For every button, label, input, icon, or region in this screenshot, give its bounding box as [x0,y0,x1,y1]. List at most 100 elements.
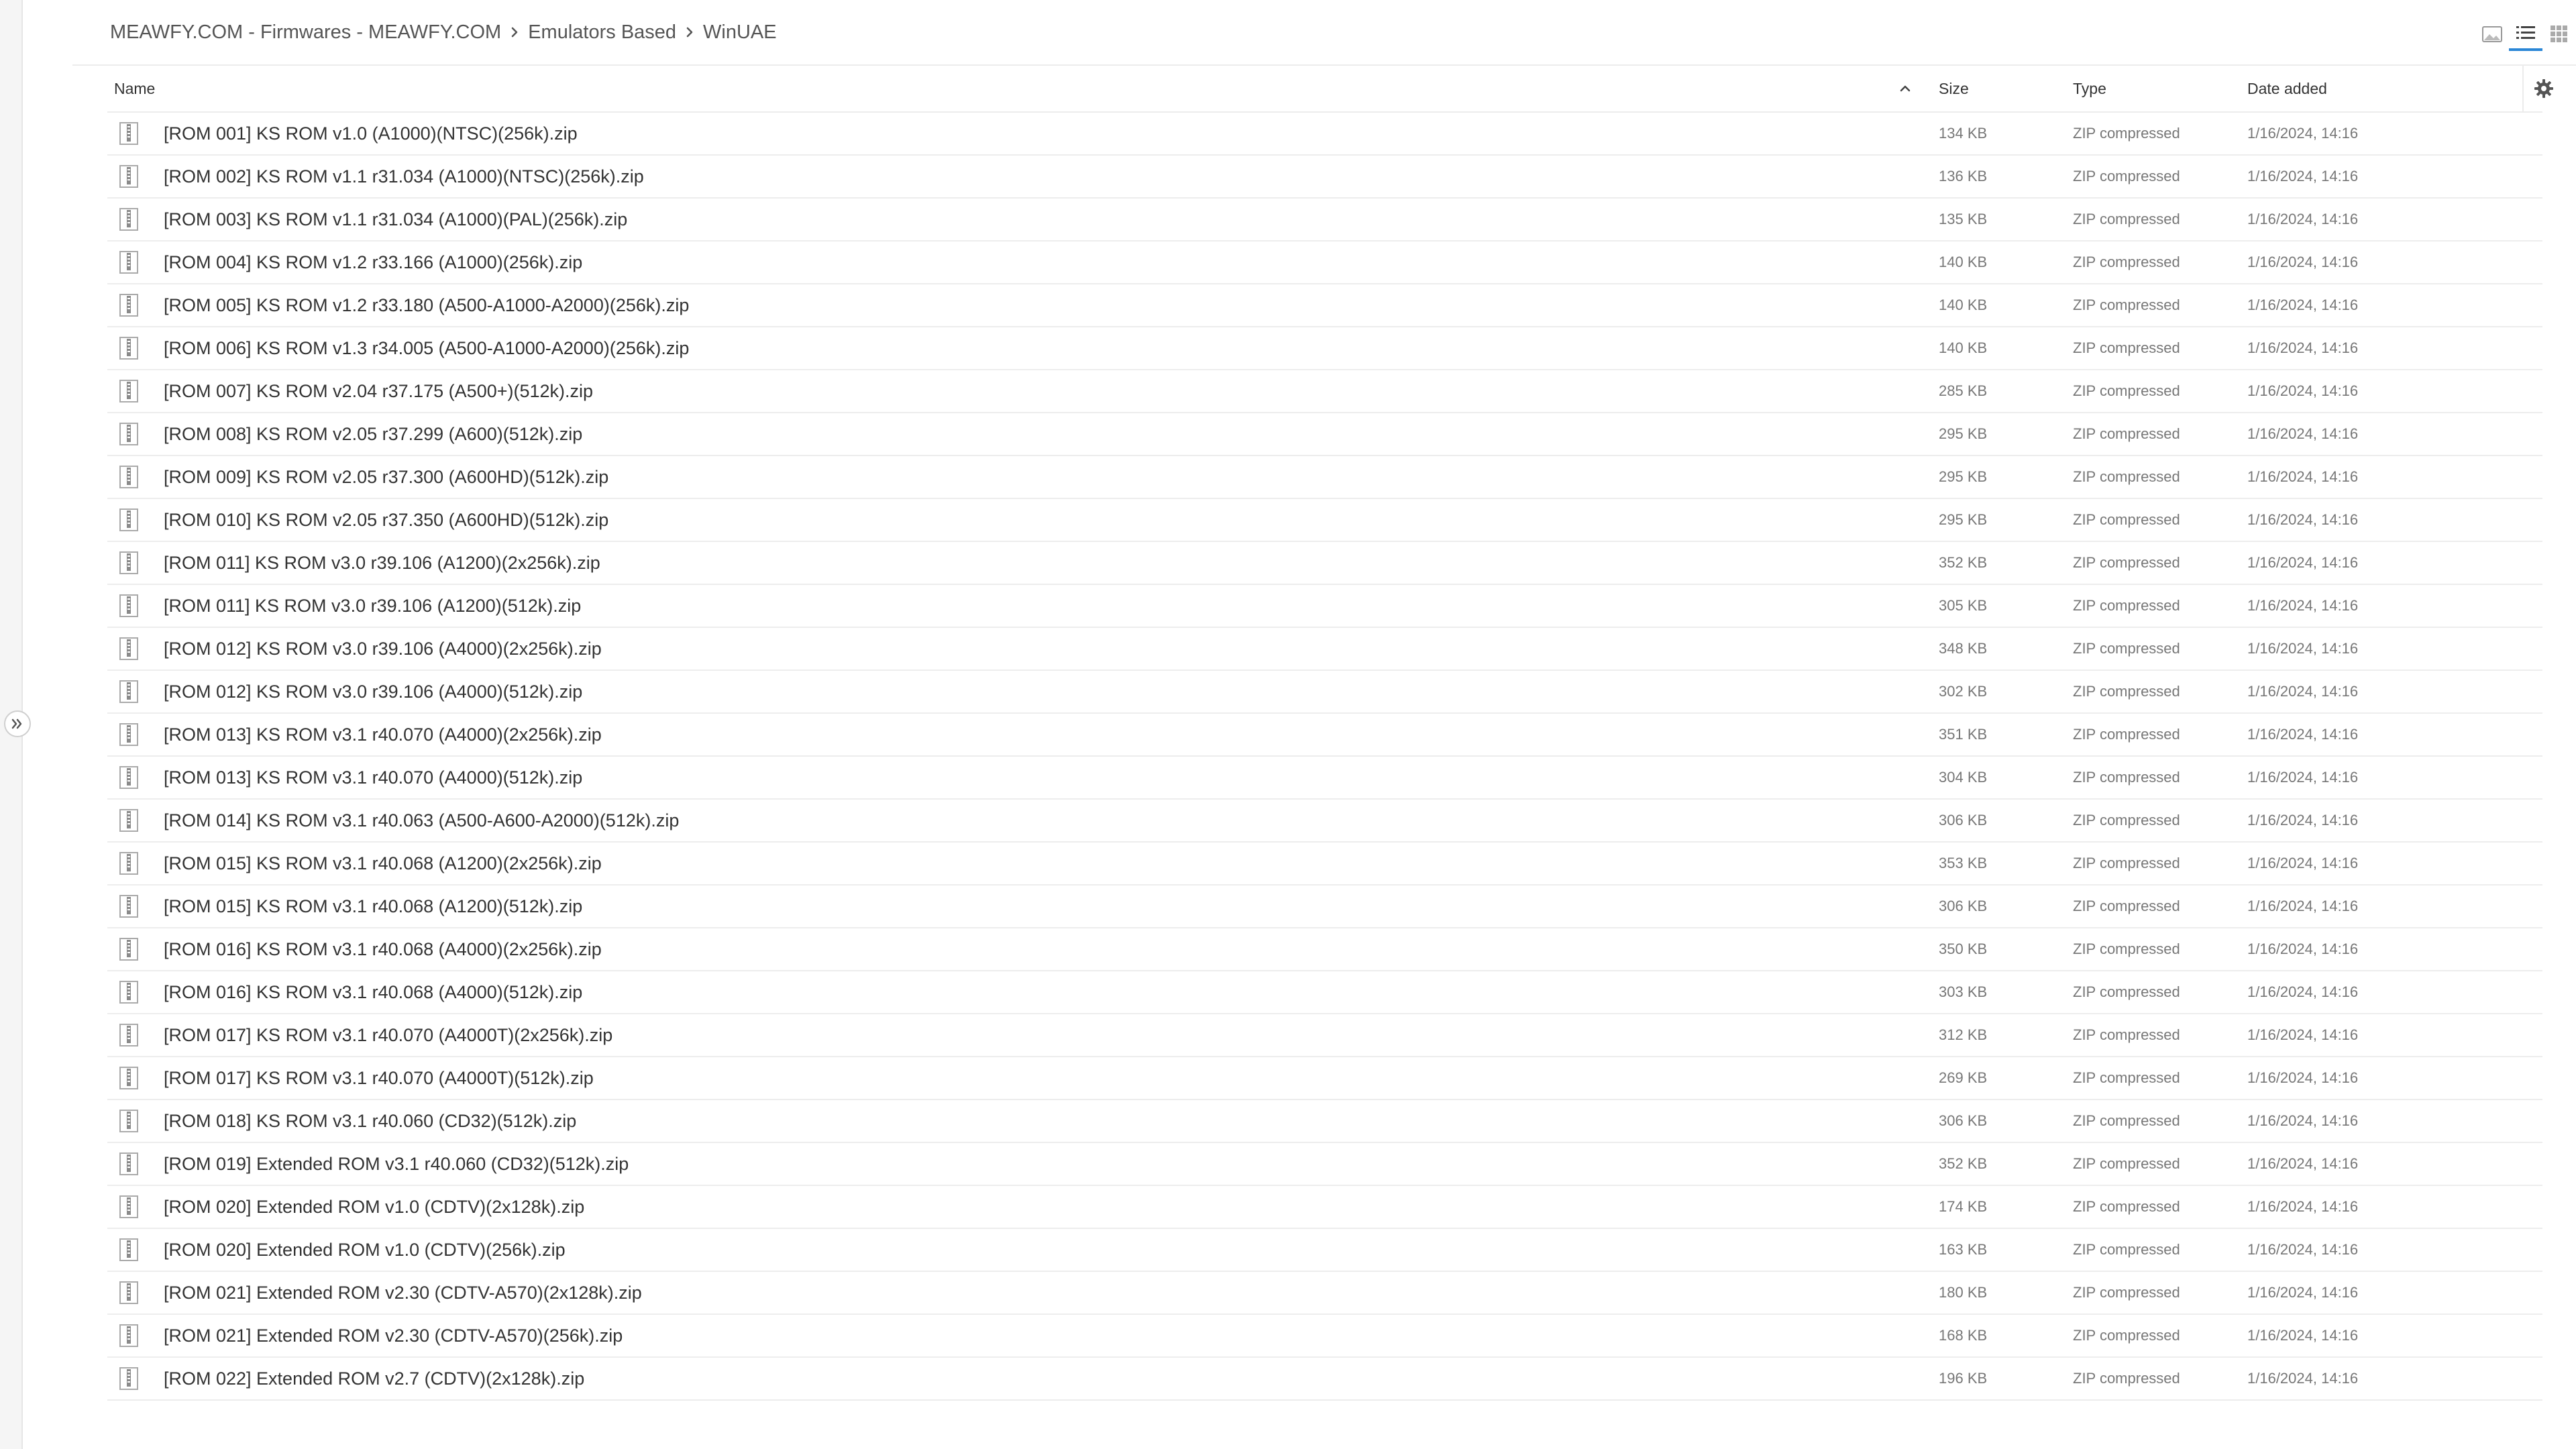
column-header-date-added[interactable]: Date added [2247,66,2327,111]
file-row[interactable]: [ROM 012] KS ROM v3.0 r39.106 (A4000)(51… [107,671,2542,714]
expand-sidebar-button[interactable] [4,710,31,737]
file-row[interactable]: [ROM 019] Extended ROM v3.1 r40.060 (CD3… [107,1143,2542,1186]
column-header-name[interactable]: Name [114,66,155,111]
breadcrumb: MEAWFY.COM - Firmwares - MEAWFY.COM Emul… [110,17,777,47]
file-row[interactable]: [ROM 011] KS ROM v3.0 r39.106 (A1200)(2x… [107,542,2542,585]
file-name[interactable]: [ROM 020] Extended ROM v1.0 (CDTV)(2x128… [164,1186,584,1228]
file-size: 163 KB [1939,1241,1988,1258]
file-type: ZIP compressed [2073,941,2180,957]
file-name[interactable]: [ROM 018] KS ROM v3.1 r40.060 (CD32)(512… [164,1100,576,1142]
file-name[interactable]: [ROM 011] KS ROM v3.0 r39.106 (A1200)(2x… [164,542,600,584]
file-row[interactable]: [ROM 004] KS ROM v1.2 r33.166 (A1000)(25… [107,241,2542,284]
file-row[interactable]: [ROM 010] KS ROM v2.05 r37.350 (A600HD)(… [107,499,2542,542]
file-row[interactable]: [ROM 001] KS ROM v1.0 (A1000)(NTSC)(256k… [107,113,2542,156]
file-name[interactable]: [ROM 005] KS ROM v1.2 r33.180 (A500-A100… [164,284,689,326]
file-date-added: 1/16/2024, 14:16 [2247,297,2359,313]
list-view-button[interactable] [2509,17,2542,51]
file-name[interactable]: [ROM 016] KS ROM v3.1 r40.068 (A4000)(2x… [164,928,602,970]
file-row[interactable]: [ROM 020] Extended ROM v1.0 (CDTV)(2x128… [107,1186,2542,1229]
file-name[interactable]: [ROM 013] KS ROM v3.1 r40.070 (A4000)(51… [164,757,582,798]
file-date-added: 1/16/2024, 14:16 [2247,511,2359,528]
file-name[interactable]: [ROM 014] KS ROM v3.1 r40.063 (A500-A600… [164,800,679,841]
file-row[interactable]: [ROM 017] KS ROM v3.1 r40.070 (A4000T)(5… [107,1057,2542,1100]
file-size: 140 KB [1939,297,1988,313]
file-row[interactable]: [ROM 016] KS ROM v3.1 r40.068 (A4000)(51… [107,971,2542,1014]
file-size: 350 KB [1939,941,1988,957]
file-date-added: 1/16/2024, 14:16 [2247,855,2359,871]
file-row[interactable]: [ROM 020] Extended ROM v1.0 (CDTV)(256k)… [107,1229,2542,1272]
zip-file-icon [117,928,141,970]
file-row[interactable]: [ROM 009] KS ROM v2.05 r37.300 (A600HD)(… [107,456,2542,499]
file-rows: [ROM 001] KS ROM v1.0 (A1000)(NTSC)(256k… [107,113,2542,1401]
file-name[interactable]: [ROM 008] KS ROM v2.05 r37.299 (A600)(51… [164,413,582,455]
file-row[interactable]: [ROM 014] KS ROM v3.1 r40.063 (A500-A600… [107,800,2542,843]
file-name[interactable]: [ROM 007] KS ROM v2.04 r37.175 (A500+)(5… [164,370,593,412]
file-date-added: 1/16/2024, 14:16 [2247,1112,2359,1129]
file-name[interactable]: [ROM 022] Extended ROM v2.7 (CDTV)(2x128… [164,1358,584,1399]
file-name[interactable]: [ROM 020] Extended ROM v1.0 (CDTV)(256k)… [164,1229,566,1271]
column-header-size[interactable]: Size [1939,66,1969,111]
file-row[interactable]: [ROM 013] KS ROM v3.1 r40.070 (A4000)(2x… [107,714,2542,757]
zip-file-icon [117,885,141,927]
thumbnails-view-button[interactable] [2475,17,2509,51]
file-name[interactable]: [ROM 017] KS ROM v3.1 r40.070 (A4000T)(5… [164,1057,594,1099]
file-name[interactable]: [ROM 004] KS ROM v1.2 r33.166 (A1000)(25… [164,241,582,283]
file-row[interactable]: [ROM 007] KS ROM v2.04 r37.175 (A500+)(5… [107,370,2542,413]
file-size: 305 KB [1939,597,1988,614]
file-name[interactable]: [ROM 006] KS ROM v1.3 r34.005 (A500-A100… [164,327,689,369]
file-size: 135 KB [1939,211,1988,227]
file-name[interactable]: [ROM 016] KS ROM v3.1 r40.068 (A4000)(51… [164,971,582,1013]
file-size: 168 KB [1939,1327,1988,1344]
file-name[interactable]: [ROM 021] Extended ROM v2.30 (CDTV-A570)… [164,1272,642,1313]
file-row[interactable]: [ROM 018] KS ROM v3.1 r40.060 (CD32)(512… [107,1100,2542,1143]
breadcrumb-winuae[interactable]: WinUAE [703,21,777,44]
file-row[interactable]: [ROM 008] KS ROM v2.05 r37.299 (A600)(51… [107,413,2542,456]
file-name[interactable]: [ROM 009] KS ROM v2.05 r37.300 (A600HD)(… [164,456,608,498]
zip-file-icon [117,1315,141,1356]
breadcrumb-emulators-based[interactable]: Emulators Based [528,21,676,44]
zip-file-icon [117,241,141,283]
file-row[interactable]: [ROM 021] Extended ROM v2.30 (CDTV-A570)… [107,1272,2542,1315]
file-row[interactable]: [ROM 015] KS ROM v3.1 r40.068 (A1200)(51… [107,885,2542,928]
file-name[interactable]: [ROM 001] KS ROM v1.0 (A1000)(NTSC)(256k… [164,113,578,154]
file-date-added: 1/16/2024, 14:16 [2247,898,2359,914]
file-row[interactable]: [ROM 011] KS ROM v3.0 r39.106 (A1200)(51… [107,585,2542,628]
file-type: ZIP compressed [2073,597,2180,614]
column-header-type[interactable]: Type [2073,66,2106,111]
file-row[interactable]: [ROM 021] Extended ROM v2.30 (CDTV-A570)… [107,1315,2542,1358]
zip-file-icon [117,456,141,498]
file-row[interactable]: [ROM 003] KS ROM v1.1 r31.034 (A1000)(PA… [107,199,2542,241]
file-row[interactable]: [ROM 022] Extended ROM v2.7 (CDTV)(2x128… [107,1358,2542,1401]
file-size: 174 KB [1939,1198,1988,1215]
file-type: ZIP compressed [2073,511,2180,528]
file-date-added: 1/16/2024, 14:16 [2247,1198,2359,1215]
grid-view-button[interactable] [2542,17,2576,51]
file-name[interactable]: [ROM 011] KS ROM v3.0 r39.106 (A1200)(51… [164,585,581,627]
file-name[interactable]: [ROM 012] KS ROM v3.0 r39.106 (A4000)(2x… [164,628,602,669]
file-row[interactable]: [ROM 012] KS ROM v3.0 r39.106 (A4000)(2x… [107,628,2542,671]
sort-ascending-icon[interactable] [1892,66,1919,111]
file-row[interactable]: [ROM 015] KS ROM v3.1 r40.068 (A1200)(2x… [107,843,2542,885]
file-row[interactable]: [ROM 006] KS ROM v1.3 r34.005 (A500-A100… [107,327,2542,370]
column-settings-button[interactable] [2522,66,2564,111]
file-name[interactable]: [ROM 003] KS ROM v1.1 r31.034 (A1000)(PA… [164,199,627,240]
zip-file-icon [117,156,141,197]
file-row[interactable]: [ROM 002] KS ROM v1.1 r31.034 (A1000)(NT… [107,156,2542,199]
file-row[interactable]: [ROM 016] KS ROM v3.1 r40.068 (A4000)(2x… [107,928,2542,971]
file-row[interactable]: [ROM 017] KS ROM v3.1 r40.070 (A4000T)(2… [107,1014,2542,1057]
file-name[interactable]: [ROM 019] Extended ROM v3.1 r40.060 (CD3… [164,1143,629,1185]
file-type: ZIP compressed [2073,554,2180,571]
file-size: 312 KB [1939,1026,1988,1043]
file-row[interactable]: [ROM 013] KS ROM v3.1 r40.070 (A4000)(51… [107,757,2542,800]
file-name[interactable]: [ROM 013] KS ROM v3.1 r40.070 (A4000)(2x… [164,714,602,755]
file-name[interactable]: [ROM 017] KS ROM v3.1 r40.070 (A4000T)(2… [164,1014,612,1056]
file-name[interactable]: [ROM 015] KS ROM v3.1 r40.068 (A1200)(51… [164,885,582,927]
breadcrumb-root[interactable]: MEAWFY.COM - Firmwares - MEAWFY.COM [110,21,501,44]
file-name[interactable]: [ROM 010] KS ROM v2.05 r37.350 (A600HD)(… [164,499,608,541]
file-name[interactable]: [ROM 002] KS ROM v1.1 r31.034 (A1000)(NT… [164,156,644,197]
file-name[interactable]: [ROM 012] KS ROM v3.0 r39.106 (A4000)(51… [164,671,582,712]
file-name[interactable]: [ROM 015] KS ROM v3.1 r40.068 (A1200)(2x… [164,843,602,884]
file-name[interactable]: [ROM 021] Extended ROM v2.30 (CDTV-A570)… [164,1315,623,1356]
double-chevron-right-icon [11,718,22,729]
file-row[interactable]: [ROM 005] KS ROM v1.2 r33.180 (A500-A100… [107,284,2542,327]
